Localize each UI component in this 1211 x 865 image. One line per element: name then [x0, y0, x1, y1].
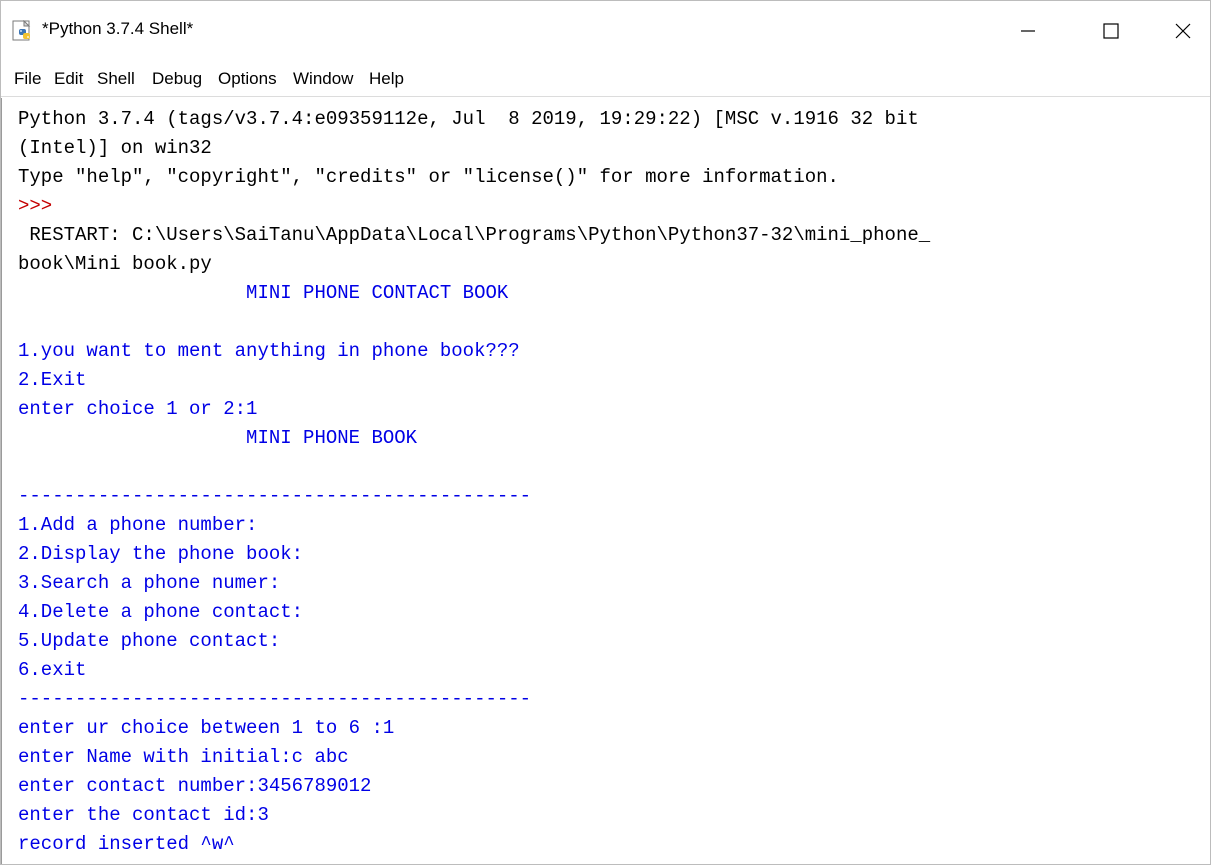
idle-shell-window: *Python 3.7.4 Shell* File Edit Shell Deb…: [0, 0, 1211, 865]
title-bar[interactable]: *Python 3.7.4 Shell*: [0, 0, 1211, 62]
shell-output-line: Python 3.7.4 (tags/v3.7.4:e09359112e, Ju…: [18, 108, 919, 130]
menu-shell[interactable]: Shell: [97, 67, 135, 91]
shell-output-line: MINI PHONE CONTACT BOOK: [18, 282, 509, 304]
shell-output-line: enter choice 1 or 2:1: [18, 398, 258, 420]
close-button[interactable]: [1155, 6, 1211, 56]
shell-output-line: 5.Update phone contact:: [18, 630, 281, 652]
shell-output-line: book\Mini book.py: [18, 253, 212, 275]
shell-output-line: 2.Exit: [18, 369, 87, 391]
shell-output-line: ----------------------------------------…: [18, 688, 532, 710]
shell-output-line: enter Name with initial:c abc: [18, 746, 349, 768]
shell-output-line: 3.Search a phone numer:: [18, 572, 281, 594]
shell-output-line: 1.you want to ment anything in phone boo…: [18, 340, 520, 362]
shell-text-area[interactable]: Python 3.7.4 (tags/v3.7.4:e09359112e, Ju…: [0, 98, 1211, 865]
maximize-icon: [1103, 23, 1119, 39]
menu-bar: File Edit Shell Debug Options Window Hel…: [0, 62, 1211, 97]
shell-output-line: MINI PHONE BOOK: [18, 427, 418, 449]
shell-output-line: enter contact number:3456789012: [18, 775, 372, 797]
shell-output-line: 1.Add a phone number:: [18, 514, 258, 536]
menu-file[interactable]: File: [14, 67, 41, 91]
close-icon: [1175, 23, 1191, 39]
menu-help[interactable]: Help: [369, 67, 404, 91]
shell-prompt: >>>: [18, 195, 53, 217]
menu-debug[interactable]: Debug: [152, 67, 202, 91]
shell-output-line: enter ur choice between 1 to 6 :1: [18, 717, 395, 739]
idle-python-icon: [12, 20, 31, 41]
shell-output-line: record inserted ^w^: [18, 833, 235, 855]
shell-output-line: ----------------------------------------…: [18, 485, 532, 507]
shell-output-line: (Intel)] on win32: [18, 137, 212, 159]
shell-output-line: 6.exit: [18, 659, 87, 681]
shell-output-line: RESTART: C:\Users\SaiTanu\AppData\Local\…: [18, 224, 931, 246]
menu-edit[interactable]: Edit: [54, 67, 83, 91]
shell-output-line: 4.Delete a phone contact:: [18, 601, 304, 623]
window-title: *Python 3.7.4 Shell*: [42, 19, 194, 38]
menu-window[interactable]: Window: [293, 67, 353, 91]
shell-output-line: enter the contact id:3: [18, 804, 269, 826]
maximize-button[interactable]: [1083, 6, 1139, 56]
shell-output-line: 2.Display the phone book:: [18, 543, 304, 565]
shell-output-line: Type "help", "copyright", "credits" or "…: [18, 166, 839, 188]
minimize-button[interactable]: [1000, 6, 1056, 56]
menu-options[interactable]: Options: [218, 67, 277, 91]
minimize-icon: [1021, 30, 1035, 32]
